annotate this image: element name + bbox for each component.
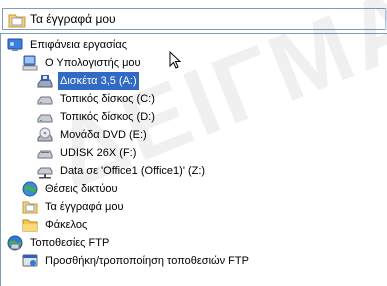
mouse-cursor-icon xyxy=(169,50,182,72)
hard-disk-icon xyxy=(37,109,53,125)
dvd-drive-icon xyxy=(37,127,53,143)
folder-icon xyxy=(22,217,38,233)
my-documents-folder-icon xyxy=(8,12,26,31)
ftp-add-icon xyxy=(22,253,38,269)
tree-item-label: Επιφάνεια εργασίας xyxy=(30,39,128,51)
tree-item-label: UDISK 26X (F:) xyxy=(60,147,137,159)
tree-item-label: Μονάδα DVD (E:) xyxy=(60,129,147,141)
look-in-combobox[interactable]: Τα έγγραφά μου xyxy=(2,8,387,30)
tree-item-label: Θέσεις δικτύου xyxy=(45,183,118,195)
removable-disk-icon xyxy=(37,145,53,161)
look-in-value: Τα έγγραφά μου xyxy=(30,12,116,26)
tree-item-label: Τοποθεσίες FTP xyxy=(30,237,110,249)
tree-item-label: Τοπικός δίσκος (C:) xyxy=(60,93,155,105)
tree-item-label: Τοπικός δίσκος (D:) xyxy=(60,111,155,123)
floppy-drive-icon xyxy=(37,73,53,89)
tree-item-label: Προσθήκη/τροποποίηση τοποθεσιών FTP xyxy=(45,255,249,267)
tree-item-label: Data σε 'Office1 (Office1)' (Z:) xyxy=(60,165,206,177)
network-places-icon xyxy=(22,181,38,197)
tree-item-label: Ο Υπολογιστής μου xyxy=(45,57,141,69)
hard-disk-icon xyxy=(37,91,53,107)
desktop-icon xyxy=(7,37,23,53)
tree-item-label: Φάκελος xyxy=(45,219,88,231)
network-drive-icon xyxy=(37,163,53,179)
tree-item-label: Τα έγγραφά μου xyxy=(45,201,124,213)
ftp-locations-icon xyxy=(7,235,23,251)
my-documents-folder-icon xyxy=(22,199,38,215)
location-tree-list: Επιφάνεια εργασίας Ο Υπολογιστής μου Δισ… xyxy=(0,33,387,286)
tree-item-label: Δισκέτα 3,5 (A:) xyxy=(58,72,139,90)
my-computer-icon xyxy=(22,55,38,71)
